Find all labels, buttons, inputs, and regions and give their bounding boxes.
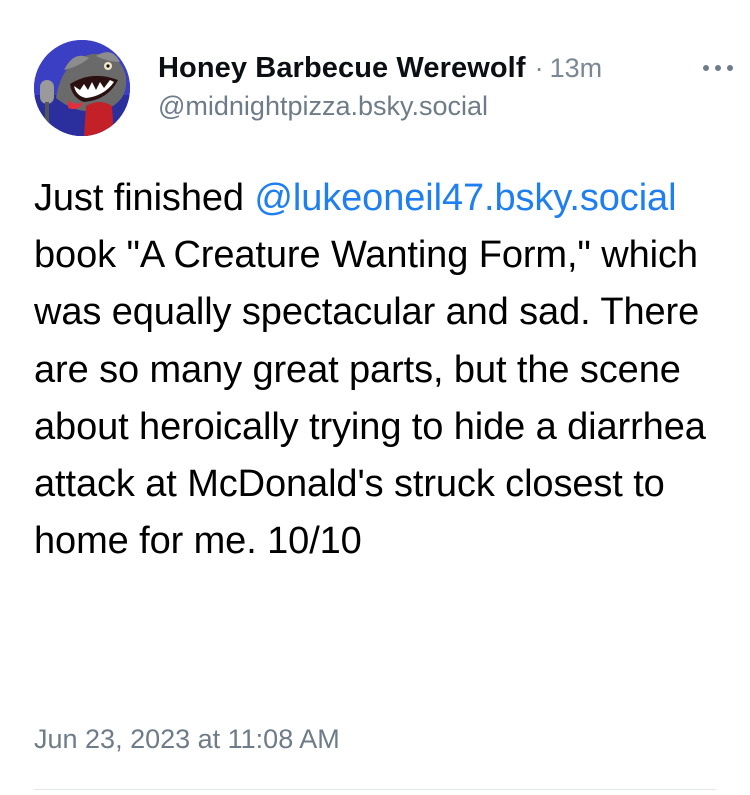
ellipsis-icon-dot: [715, 65, 721, 71]
post-text-rest: book "A Creature Wanting Form," which wa…: [34, 234, 706, 563]
post-card: Honey Barbecue Werewolf · 13m @midnightp…: [0, 0, 750, 795]
post-text: Just finished @lukeoneil47.bsky.social b…: [34, 170, 724, 570]
post-text-intro: Just finished: [34, 177, 255, 219]
author-display-name[interactable]: Honey Barbecue Werewolf: [158, 52, 526, 85]
avatar[interactable]: [34, 40, 130, 136]
werewolf-avatar-icon: [34, 40, 130, 136]
ellipsis-icon: [703, 65, 709, 71]
relative-time[interactable]: 13m: [550, 53, 603, 84]
author-row: Honey Barbecue Werewolf · 13m: [158, 52, 678, 85]
post-timestamp[interactable]: Jun 23, 2023 at 11:08 AM: [34, 724, 340, 755]
ellipsis-icon-dot: [727, 65, 733, 71]
author-handle[interactable]: @midnightpizza.bsky.social: [158, 91, 678, 122]
divider: [34, 789, 716, 790]
mention-link[interactable]: @lukeoneil47.bsky.social: [254, 177, 676, 219]
more-options-button[interactable]: [703, 58, 733, 78]
post-header: Honey Barbecue Werewolf · 13m @midnightp…: [158, 52, 678, 122]
time-separator: ·: [534, 53, 544, 83]
